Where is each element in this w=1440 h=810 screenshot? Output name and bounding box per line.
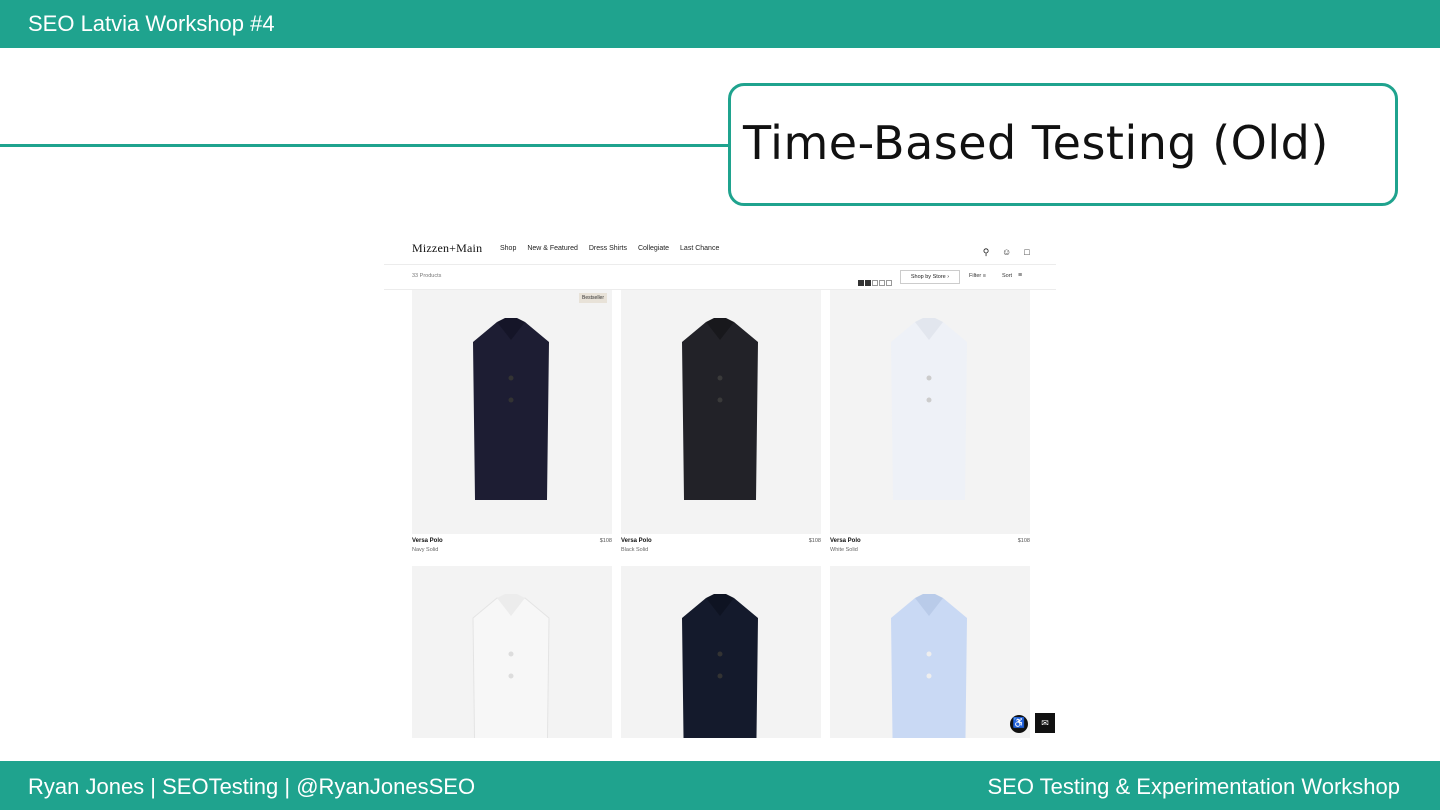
slide-footer-bar: Ryan Jones | SEOTesting | @RyanJonesSEO … <box>0 761 1440 810</box>
footer-workshop: SEO Testing & Experimentation Workshop <box>987 774 1401 799</box>
collection-toolbar: 33 Products Shop by Store › Filter ≡ Sor… <box>384 265 1056 290</box>
product-price: $108 <box>599 538 612 544</box>
slide-header-title: SEO Latvia Workshop #4 <box>28 11 275 36</box>
chat-icon[interactable]: ✉ <box>1035 713 1055 733</box>
polo-shirt-image <box>891 594 967 738</box>
product-price: $108 <box>1017 538 1030 544</box>
nav-item-last-chance[interactable]: Last Chance <box>680 245 719 252</box>
product-name[interactable]: Versa Polo <box>621 538 652 544</box>
product-image[interactable] <box>621 566 821 738</box>
website-screenshot: Mizzen+Main Shop New & Featured Dress Sh… <box>384 232 1056 738</box>
product-image[interactable] <box>412 566 612 738</box>
shop-by-store-button[interactable]: Shop by Store › <box>900 270 960 284</box>
footer-presenter: Ryan Jones | SEOTesting | @RyanJonesSEO <box>28 774 476 799</box>
product-card[interactable] <box>621 566 821 738</box>
account-icon[interactable]: ☺ <box>1002 247 1012 257</box>
nav-item-dress-shirts[interactable]: Dress Shirts <box>589 245 627 252</box>
site-nav-icons: ⚲ ☺ □ <box>975 242 1032 260</box>
product-image[interactable] <box>830 290 1030 534</box>
sort-icon[interactable]: ≡ <box>1018 272 1022 279</box>
slide-title: Time-Based Testing (Old) <box>743 116 1329 170</box>
bestseller-badge: Bestseller <box>579 293 607 303</box>
grid-view-toggle[interactable] <box>858 273 893 291</box>
polo-shirt-image <box>682 594 758 738</box>
polo-shirt-image <box>891 318 967 500</box>
polo-shirt-image <box>473 318 549 500</box>
product-name[interactable]: Versa Polo <box>830 538 861 544</box>
polo-shirt-image <box>472 594 550 738</box>
product-image[interactable] <box>830 566 1030 738</box>
slide-header-bar: SEO Latvia Workshop #4 <box>0 0 1440 48</box>
product-count: 33 Products <box>412 273 442 279</box>
sort-button[interactable]: Sort <box>1002 273 1012 279</box>
filter-button[interactable]: Filter ≡ <box>969 273 986 279</box>
product-name[interactable]: Versa Polo <box>412 538 443 544</box>
slide-title-box: Time-Based Testing (Old) <box>728 83 1398 206</box>
site-logo[interactable]: Mizzen+Main <box>412 241 482 256</box>
search-icon[interactable]: ⚲ <box>981 247 991 257</box>
site-nav-menu: Shop New & Featured Dress Shirts Collegi… <box>500 245 728 252</box>
polo-shirt-image <box>682 318 758 500</box>
product-image[interactable]: Bestseller <box>412 290 612 534</box>
nav-item-new-featured[interactable]: New & Featured <box>527 245 578 252</box>
nav-item-shop[interactable]: Shop <box>500 245 516 252</box>
product-image[interactable] <box>621 290 821 534</box>
product-color: Navy Solid <box>412 547 439 553</box>
site-nav: Mizzen+Main Shop New & Featured Dress Sh… <box>384 232 1056 265</box>
product-card[interactable] <box>412 566 612 738</box>
product-color: White Solid <box>830 547 858 553</box>
product-card[interactable]: Versa Polo Black Solid $108 <box>621 290 821 553</box>
product-color: Black Solid <box>621 547 649 553</box>
product-card[interactable] <box>830 566 1030 738</box>
bag-icon[interactable]: □ <box>1022 247 1032 257</box>
nav-item-collegiate[interactable]: Collegiate <box>638 245 669 252</box>
accessibility-icon[interactable]: ♿ <box>1010 715 1028 733</box>
product-card[interactable]: Versa Polo White Solid $108 <box>830 290 1030 553</box>
product-card[interactable]: Bestseller Versa Polo Navy Solid $108 <box>412 290 612 553</box>
accent-line <box>0 144 730 147</box>
product-price: $108 <box>808 538 821 544</box>
